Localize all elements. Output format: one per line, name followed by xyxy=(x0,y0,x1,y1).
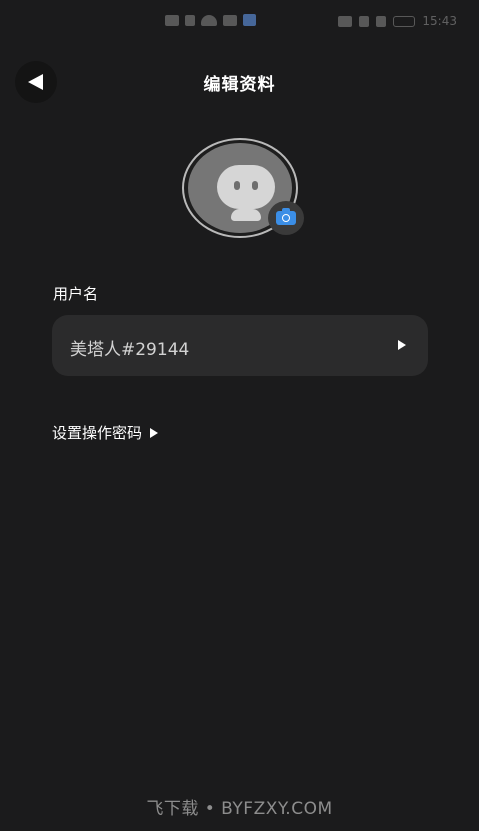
play-arrow-icon xyxy=(150,427,159,438)
camera-icon xyxy=(276,208,296,225)
chevron-right-icon xyxy=(398,340,406,350)
battery-icon xyxy=(393,15,416,27)
status-bar: 15:43 xyxy=(0,10,479,34)
watermark: 飞下载 • BYFZXY.COM xyxy=(146,799,333,819)
alarm-icon xyxy=(376,15,387,27)
robot-eye-left xyxy=(234,181,240,190)
robot-eye-right xyxy=(252,181,258,190)
set-password-link[interactable]: 设置操作密码 xyxy=(52,422,159,443)
edit-profile-screen: 15:43 编辑资料 用户名 美塔人#29144 设置操作密码 飞下载 • BY… xyxy=(0,0,479,831)
status-bar-left xyxy=(165,14,256,26)
eye-icon xyxy=(338,15,353,27)
notification-app-icon xyxy=(243,14,256,26)
change-avatar-button[interactable] xyxy=(268,201,304,235)
message-icon xyxy=(223,14,237,26)
set-password-label: 设置操作密码 xyxy=(52,424,143,442)
sim-icon xyxy=(165,14,179,26)
robot-head-icon xyxy=(217,165,275,209)
nfc-icon xyxy=(359,15,370,27)
signal-icon xyxy=(185,14,195,26)
status-bar-right: 15:43 xyxy=(338,14,457,28)
wifi-icon xyxy=(201,14,217,26)
page-title: 编辑资料 xyxy=(203,75,276,95)
robot-body xyxy=(231,209,261,221)
username-label: 用户名 xyxy=(53,285,99,303)
username-value: 美塔人#29144 xyxy=(70,340,190,360)
status-time: 15:43 xyxy=(422,14,457,28)
username-field[interactable]: 美塔人#29144 xyxy=(52,315,428,376)
